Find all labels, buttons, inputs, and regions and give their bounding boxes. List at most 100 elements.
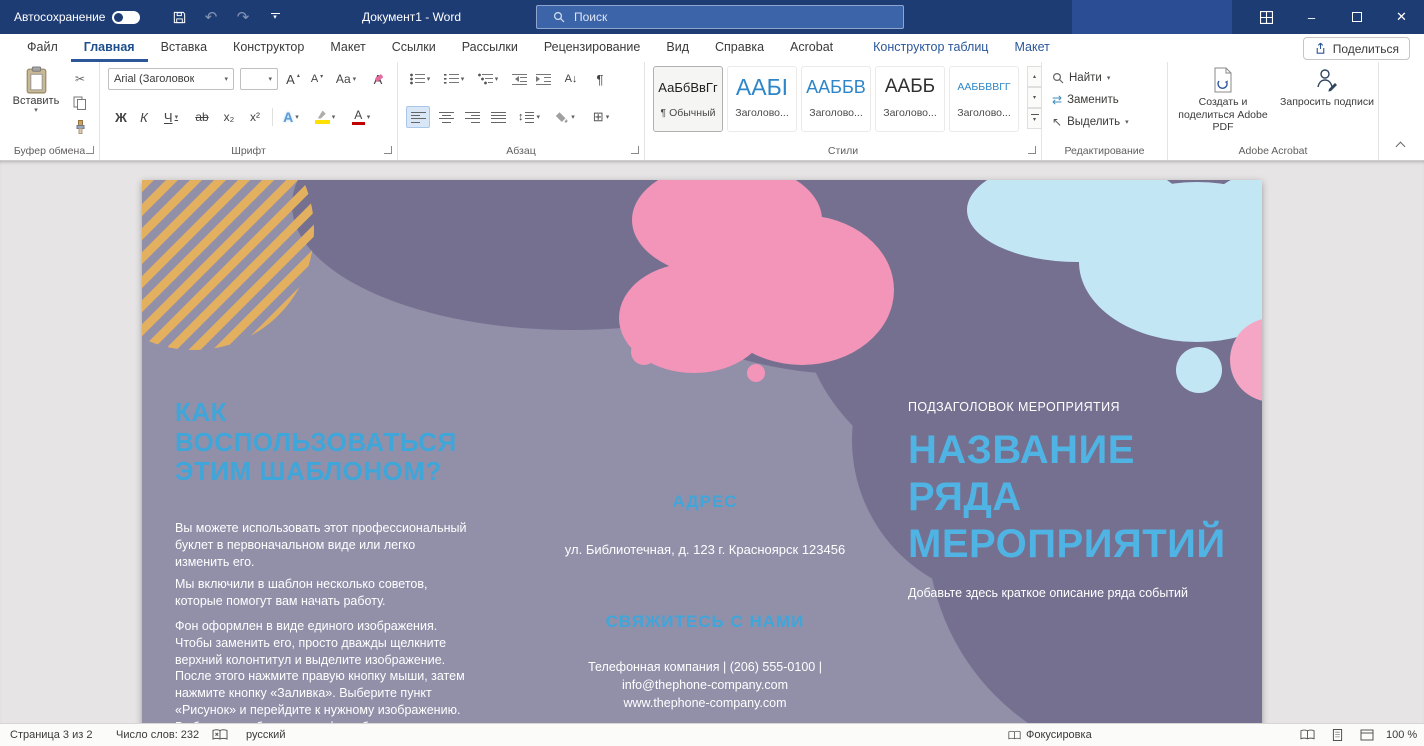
proofing-button[interactable] [212,729,228,741]
text-effects-button[interactable]: А ▾ [278,106,304,128]
tab-home[interactable]: Главная [70,34,148,62]
borders-button[interactable]: ⊞ ▾ [586,106,616,128]
create-pdf-button[interactable]: Создать и поделиться Adobe PDF [1170,67,1276,134]
tab-acrobat[interactable]: Acrobat [777,34,846,62]
style-card-heading3[interactable]: ААББ Заголово... [875,66,945,132]
account-button[interactable] [1072,0,1232,34]
undo-button[interactable]: ↶ [196,0,226,34]
highlight-color-button[interactable]: ▾ [310,106,340,128]
sort-button[interactable]: А↓ [558,68,584,90]
font-dialog-launcher[interactable] [384,146,392,154]
address-text[interactable]: ул. Библиотечная, д. 123 г. Красноярск 1… [534,542,876,557]
change-case-button[interactable]: Аа ▾ [330,68,362,90]
tab-file[interactable]: Файл [14,34,71,62]
zoom-level[interactable]: 100 % [1386,729,1417,741]
select-button[interactable]: ↖ Выделить ▾ [1052,112,1129,132]
word-count[interactable]: Число слов: 232 [116,729,199,741]
contact-line-2[interactable]: info@thephone-company.com [534,676,876,694]
minimize-button[interactable]: – [1289,0,1334,34]
event-subtitle[interactable]: ПОДЗАГОЛОВОК МЕРОПРИЯТИЯ [908,400,1244,414]
page-indicator[interactable]: Страница 3 из 2 [10,729,92,741]
web-layout-button[interactable] [1360,729,1374,741]
styles-gallery-down-button[interactable]: ▾ [1027,87,1042,108]
request-signatures-button[interactable]: Запросить подписи [1280,67,1374,109]
collapse-ribbon-button[interactable] [1392,138,1408,152]
print-layout-button[interactable] [1332,728,1343,742]
save-button[interactable] [164,0,194,34]
brochure-page[interactable]: КАК ВОСПОЛЬЗОВАТЬСЯ ЭТИМ ШАБЛОНОМ? Вы мо… [142,180,1262,723]
format-painter-button[interactable] [68,116,92,138]
show-marks-button[interactable]: ¶ [590,68,610,90]
tab-design[interactable]: Конструктор [220,34,317,62]
tab-table-layout[interactable]: Макет [1001,34,1062,62]
left-paragraph-1[interactable]: Вы можете использовать этот профессионал… [175,520,473,570]
decrease-indent-button[interactable] [508,68,530,90]
style-card-heading4[interactable]: ААББВВГГ Заголово... [949,66,1019,132]
align-right-button[interactable] [460,106,484,128]
paragraph-dialog-launcher[interactable] [631,146,639,154]
bullets-button[interactable]: ▾ [406,68,434,90]
multilevel-list-button[interactable]: ▾ [474,68,502,90]
line-spacing-button[interactable]: ↕ ▾ [514,106,544,128]
redo-button[interactable]: ↷ [228,0,258,34]
customize-quick-access-button[interactable]: ▾ [260,0,290,34]
tab-references[interactable]: Ссылки [379,34,449,62]
paste-button[interactable]: Вставить ▾ [8,66,64,144]
numbering-button[interactable]: ▾ [440,68,468,90]
justify-button[interactable] [486,106,510,128]
font-size-combo[interactable]: ▾ [240,68,278,90]
superscript-button[interactable]: x² [244,106,266,128]
event-title[interactable]: НАЗВАНИЕ РЯДА МЕРОПРИЯТИЙ [908,427,1244,569]
find-button[interactable]: Найти ▾ [1052,68,1110,88]
ribbon-display-options-button[interactable] [1244,0,1288,34]
replace-button[interactable]: ⇄ Заменить [1052,90,1119,110]
cut-button[interactable]: ✂ [68,68,92,90]
strikethrough-button[interactable]: ab [190,106,214,128]
contact-line-3[interactable]: www.thephone-company.com [534,694,876,712]
font-name-combo[interactable]: Arial (Заголовок ▾ [108,68,234,90]
shrink-font-button[interactable]: А ▾ [306,68,328,90]
style-card-heading1[interactable]: ААБІ Заголово... [727,66,797,132]
search-box[interactable]: Поиск [536,5,904,29]
style-card-heading2[interactable]: ААББВ Заголово... [801,66,871,132]
underline-button[interactable]: Ч ▾ [156,106,186,128]
tab-review[interactable]: Рецензирование [531,34,654,62]
contact-line-1[interactable]: Телефонная компания | (206) 555-0100 | [534,658,876,676]
shading-button[interactable]: ▾ [550,106,580,128]
left-paragraph-3[interactable]: Фон оформлен в виде единого изображения.… [175,618,477,723]
tab-view[interactable]: Вид [653,34,702,62]
styles-dialog-launcher[interactable] [1028,146,1036,154]
autosave-toggle[interactable]: Автосохранение [14,0,141,34]
styles-gallery-more-button[interactable]: ▾ [1027,108,1042,129]
document-canvas[interactable]: КАК ВОСПОЛЬЗОВАТЬСЯ ЭТИМ ШАБЛОНОМ? Вы мо… [0,161,1424,723]
language-indicator[interactable]: русский [246,729,285,741]
tab-table-design[interactable]: Конструктор таблиц [860,34,1001,62]
left-paragraph-2[interactable]: Мы включили в шаблон несколько советов, … [175,576,473,610]
italic-button[interactable]: К [134,106,154,128]
font-color-button[interactable]: А ▾ [346,106,376,128]
contact-heading[interactable]: СВЯЖИТЕСЬ С НАМИ [534,612,876,632]
left-heading[interactable]: КАК ВОСПОЛЬЗОВАТЬСЯ ЭТИМ ШАБЛОНОМ? [175,397,475,487]
event-description[interactable]: Добавьте здесь краткое описание ряда соб… [908,586,1244,600]
align-center-button[interactable] [434,106,458,128]
maximize-button[interactable] [1334,0,1379,34]
close-button[interactable]: ✕ [1379,0,1424,34]
copy-button[interactable] [68,92,92,114]
tab-layout[interactable]: Макет [317,34,378,62]
align-left-button[interactable] [406,106,430,128]
focus-button[interactable]: Фокусировка [1008,729,1092,741]
tab-insert[interactable]: Вставка [148,34,220,62]
share-button[interactable]: Поделиться [1302,37,1410,60]
increase-indent-button[interactable] [532,68,554,90]
read-mode-button[interactable] [1300,729,1315,741]
tab-help[interactable]: Справка [702,34,777,62]
clipboard-dialog-launcher[interactable] [86,146,94,154]
bold-button[interactable]: Ж [110,106,132,128]
styles-gallery-up-button[interactable]: ▴ [1027,66,1042,87]
grow-font-button[interactable]: А ▴ [282,68,304,90]
tab-mailings[interactable]: Рассылки [449,34,531,62]
subscript-button[interactable]: x₂ [218,106,240,128]
style-card-normal[interactable]: АаБбВвГг ¶ Обычный [653,66,723,132]
clear-formatting-button[interactable]: А [366,68,390,90]
address-heading[interactable]: АДРЕС [534,492,876,512]
